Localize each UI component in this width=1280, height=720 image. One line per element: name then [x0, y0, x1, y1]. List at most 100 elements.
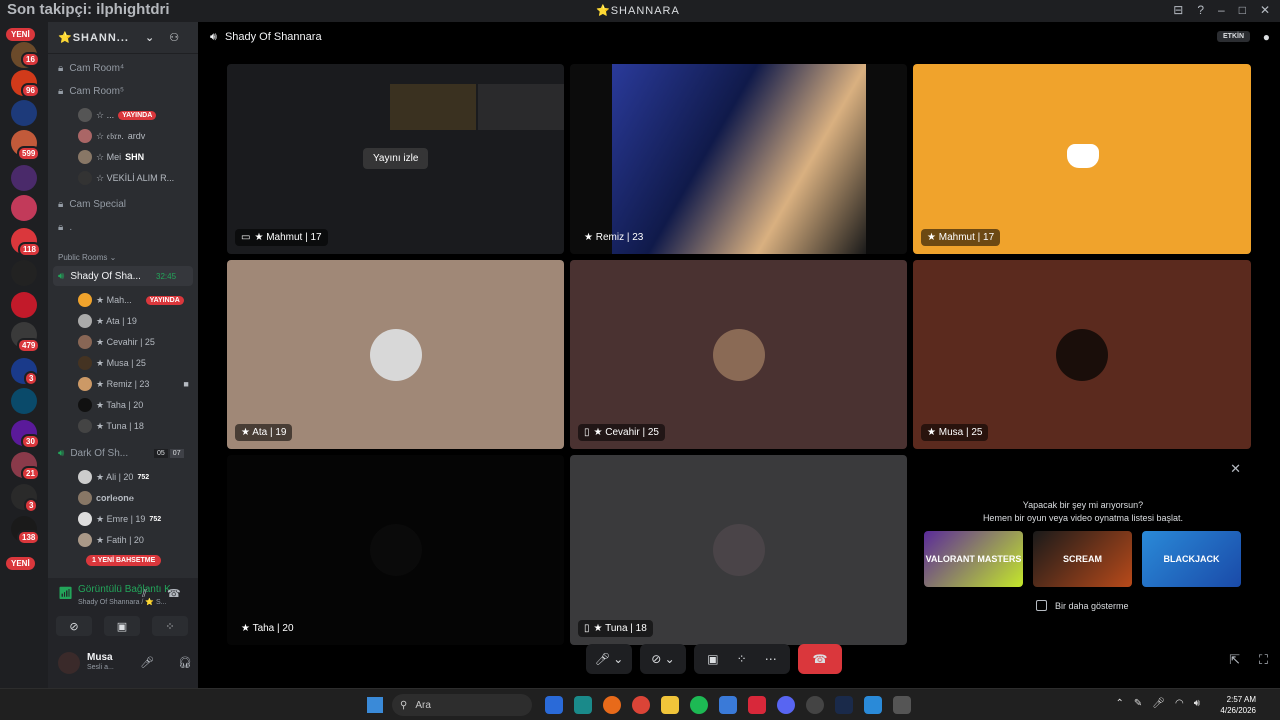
close-button[interactable]: ✕	[1260, 3, 1270, 17]
video-tile[interactable]: ★ Remiz | 23	[570, 64, 907, 254]
headphones-icon[interactable]: 🎧︎	[178, 656, 192, 669]
taskbar-search[interactable]: ⚲ Ara	[392, 694, 532, 716]
member-item[interactable]: ★ Fatih | 20	[78, 533, 144, 547]
member-item[interactable]: ☆ VEKİLİ ALIM R...	[78, 171, 174, 185]
activity-card-scream[interactable]: SCREAM	[1033, 531, 1132, 587]
volume-icon[interactable]: 🔊︎	[1194, 698, 1200, 709]
member-item[interactable]: ★ Cevahir | 25	[78, 335, 155, 349]
member-item[interactable]: ★ Ata | 19	[78, 314, 137, 328]
steam-icon[interactable]	[835, 696, 853, 714]
photos-icon[interactable]	[864, 696, 882, 714]
member-item[interactable]: ★ Ali | 20 752	[78, 470, 149, 484]
activities-button[interactable]: ⁘	[152, 616, 188, 636]
activity-card-valorant[interactable]: VALORANT MASTERS	[924, 531, 1023, 587]
chevron-up-icon[interactable]: ⌃	[1115, 698, 1123, 709]
server-badge: 16	[21, 52, 40, 67]
channel-cam-room-5[interactable]: 🔒︎ Cam Room⁵	[58, 86, 124, 97]
channel-title: Shady Of Shannara	[224, 31, 322, 43]
channel-shady-of-shannara[interactable]: 🔊︎ Shady Of Sha...	[58, 271, 141, 282]
vscode-icon[interactable]	[719, 696, 737, 714]
server-icon[interactable]	[11, 260, 37, 286]
video-tile[interactable]: ▯ ★ Tuna | 18	[570, 455, 907, 645]
microphone-icon[interactable]: 🎤︎	[1152, 698, 1165, 709]
close-icon[interactable]: ✕	[1230, 461, 1241, 477]
edge-icon[interactable]	[545, 696, 563, 714]
activities-icon[interactable]: ⁘	[737, 652, 747, 666]
store-icon[interactable]	[574, 696, 592, 714]
clock[interactable]: 2:57 AM 4/26/2026	[1220, 694, 1256, 716]
file-explorer-icon[interactable]	[661, 696, 679, 714]
member-item[interactable]: ★ Mah... YAYINDA	[78, 293, 184, 307]
call-view: 🔊︎ Shady Of Shannara ETKİN ● Yayını izle…	[198, 22, 1280, 688]
leave-call-button[interactable]: ☎	[798, 644, 842, 674]
watch-stream-button[interactable]: Yayını izle	[363, 148, 429, 169]
voice-status[interactable]: Görüntülü Bağlantı K	[78, 584, 171, 595]
discord-logo-icon	[1067, 144, 1099, 168]
new-mention-pill[interactable]: 1 YENİ BAHSETME	[86, 555, 162, 566]
app-icon[interactable]	[748, 696, 766, 714]
chat-icon[interactable]: ●	[1263, 30, 1270, 44]
video-tile[interactable]: ★ Ata | 19	[227, 260, 564, 449]
server-icon[interactable]	[11, 165, 37, 191]
new-badge[interactable]: YENİ	[6, 28, 35, 41]
server-icon[interactable]	[11, 292, 37, 318]
camera-toggle-button[interactable]: ⊘	[56, 616, 92, 636]
screen-share-button[interactable]: ▣	[104, 616, 140, 636]
member-item[interactable]: ★ Remiz | 23 ■	[78, 377, 189, 391]
video-tile[interactable]: ★ Mahmut | 17	[913, 64, 1251, 254]
microphone-icon[interactable]: 🎤︎	[140, 656, 154, 669]
chrome-icon[interactable]	[632, 696, 650, 714]
fullscreen-icon[interactable]: ⛶	[1259, 652, 1268, 668]
member-item[interactable]: ★ Taha | 20	[78, 398, 143, 412]
noise-suppression-icon[interactable]: ⫽	[142, 588, 147, 601]
camera-button[interactable]: ⊘ ⌄	[640, 644, 686, 674]
server-icon[interactable]	[11, 100, 37, 126]
member-item[interactable]: 𝐜𝐨𝐫𝐥𝐞𝐨𝐧𝐞	[78, 491, 134, 505]
maximize-button[interactable]: □	[1239, 3, 1246, 17]
add-user-icon[interactable]: ⚇	[169, 31, 180, 44]
disconnect-icon[interactable]: ☎	[167, 587, 181, 600]
microphone-button[interactable]: 🎤︎ ⌄	[586, 644, 632, 674]
category-public-rooms[interactable]: Public Rooms ⌄	[58, 253, 116, 262]
server-badge: 3	[24, 371, 39, 386]
discord-icon[interactable]	[777, 696, 795, 714]
channel-dot[interactable]: 🔒︎.	[58, 222, 72, 233]
member-item[interactable]: ☆ ... YAYINDA	[78, 108, 157, 122]
pen-icon[interactable]: ✎	[1134, 698, 1142, 709]
wifi-icon[interactable]: ◠	[1175, 698, 1184, 709]
screen-share-icon[interactable]: ▣	[707, 652, 718, 666]
video-tile[interactable]: ★ Musa | 25	[913, 260, 1251, 449]
checkbox[interactable]	[1036, 600, 1047, 611]
popout-icon[interactable]: ⇱	[1229, 652, 1240, 668]
member-item[interactable]: ☆ Mei SHN	[78, 150, 144, 164]
active-badge[interactable]: ETKİN	[1217, 31, 1250, 42]
member-item[interactable]: ★ Tuna | 18	[78, 419, 144, 433]
camera-icon: ■	[183, 379, 189, 389]
server-icon[interactable]	[11, 388, 37, 414]
more-icon[interactable]: ⋯	[765, 652, 777, 666]
member-item[interactable]: ★ Emre | 19 752	[78, 512, 161, 526]
video-tile[interactable]: ▯ ★ Cevahir | 25	[570, 260, 907, 449]
channel-dark-of-shannara[interactable]: 🔊︎ Dark Of Sh...	[58, 448, 128, 459]
video-tile[interactable]: ★ Taha | 20	[227, 455, 564, 645]
obs-icon[interactable]	[806, 696, 824, 714]
inbox-icon[interactable]: ⊟	[1173, 3, 1183, 17]
activity-card-blackjack[interactable]: BLACKJACK	[1142, 531, 1241, 587]
new-badge[interactable]: YENİ	[6, 557, 35, 570]
avatar[interactable]	[58, 652, 80, 674]
channel-cam-special[interactable]: 🔒︎ Cam Special	[58, 199, 126, 210]
spotify-icon[interactable]	[690, 696, 708, 714]
minimize-button[interactable]: –	[1218, 3, 1225, 17]
member-item[interactable]: ☆ 𝔢𝔟𝔯𝔳. ardv	[78, 129, 145, 143]
guild-header[interactable]: ⭐SHANN... ⌄ ⚇	[48, 22, 198, 54]
voice-channel[interactable]: Shady Of Shannara / ⭐ S...	[78, 598, 166, 606]
member-item[interactable]: ★ Musa | 25	[78, 356, 146, 370]
server-icon[interactable]	[11, 195, 37, 221]
firefox-icon[interactable]	[603, 696, 621, 714]
help-icon[interactable]: ?	[1197, 3, 1204, 17]
windows-start-icon[interactable]	[367, 697, 383, 713]
dont-show-again[interactable]: Bir daha gösterme	[1036, 600, 1129, 611]
channel-cam-room-4[interactable]: 🔒︎ Cam Room⁴	[58, 63, 124, 74]
video-tile[interactable]: Yayını izle ▭ ★ Mahmut | 17	[227, 64, 564, 254]
settings-icon[interactable]	[893, 696, 911, 714]
